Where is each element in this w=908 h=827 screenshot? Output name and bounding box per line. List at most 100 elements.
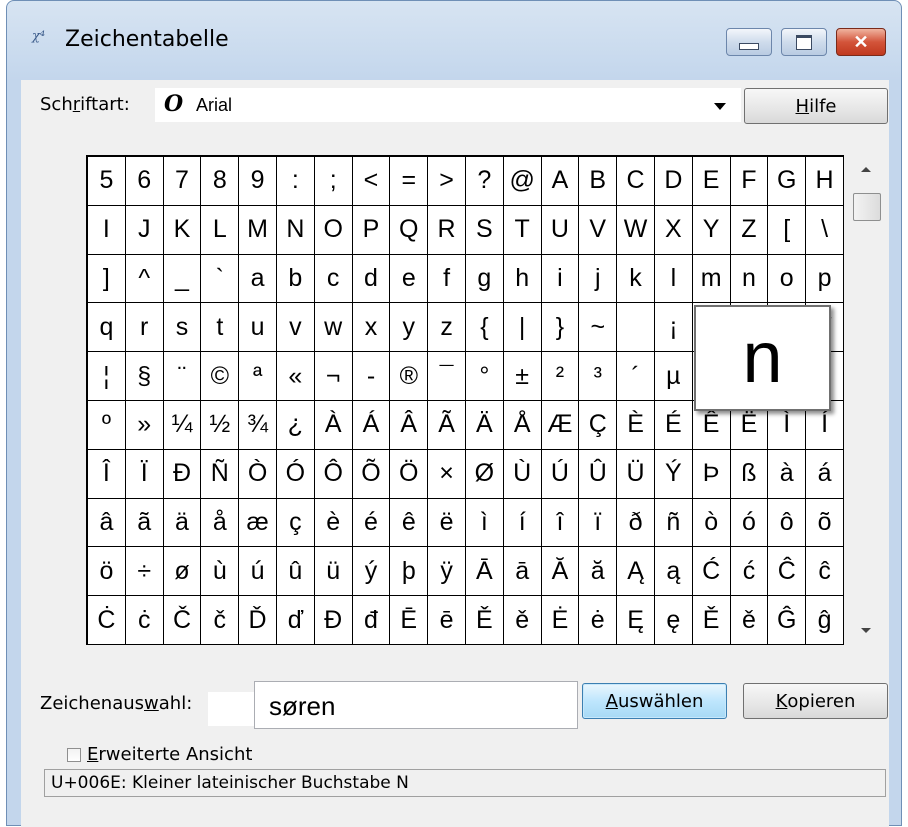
character-cell[interactable]: × [427,448,466,499]
character-cell[interactable]: j [578,253,618,304]
character-cell[interactable]: o [767,253,807,304]
character-cell[interactable]: w [313,302,353,353]
character-cell[interactable]: h [502,253,542,304]
character-cell[interactable]: ç [275,497,315,548]
character-cell[interactable]: ½ [200,399,240,450]
maximize-button[interactable] [781,28,827,56]
character-cell[interactable]: å [200,497,240,548]
character-cell[interactable]: ¦ [87,351,126,401]
character-cell[interactable]: ¼ [162,399,202,450]
character-cell[interactable]: ð [616,497,655,548]
character-cell[interactable]: Ĉ [767,546,807,597]
character-cell[interactable]: ã [124,497,164,548]
character-cell[interactable]: ĝ [805,595,844,645]
copy-button[interactable]: Kopieren [743,683,888,719]
character-cell[interactable]: Æ [540,399,580,450]
scroll-up-icon[interactable] [861,167,871,172]
scrollbar-thumb[interactable] [853,193,881,221]
character-cell[interactable]: ė [578,595,618,645]
character-cell[interactable]: S [464,204,504,255]
character-cell[interactable]: ; [313,156,353,206]
character-cell[interactable]: í [502,497,542,548]
character-cell[interactable]: æ [238,497,277,548]
character-cell[interactable]: T [502,204,542,255]
character-cell[interactable]: Ý [653,448,693,499]
character-cell[interactable]: à [767,448,807,499]
character-cell[interactable]: Ã [427,399,466,450]
character-cell[interactable]: Ú [540,448,580,499]
character-cell[interactable]: ú [238,546,277,597]
character-cell[interactable]: ă [578,546,618,597]
chevron-down-icon[interactable] [714,103,726,110]
character-cell[interactable]: ¾ [238,399,277,450]
character-cell[interactable]: A [540,156,580,206]
character-cell[interactable]: ^ [124,253,164,304]
character-cell[interactable]: û [275,546,315,597]
character-cell[interactable]: q [87,302,126,353]
character-cell[interactable]: ò [691,497,731,548]
character-cell[interactable]: r [124,302,164,353]
character-cell[interactable]: ] [87,253,126,304]
character-cell[interactable]: º [87,399,126,450]
character-cell[interactable]: Â [389,399,429,450]
character-cell[interactable]: µ [653,351,693,401]
character-cell[interactable]: © [200,351,240,401]
character-cell[interactable]: ô [767,497,807,548]
character-cell[interactable]: _ [162,253,202,304]
character-cell[interactable]: Ö [389,448,429,499]
character-cell[interactable]: n [729,253,769,304]
character-cell[interactable]: Ā [464,546,504,597]
character-cell[interactable]: ³ [578,351,618,401]
character-cell[interactable]: u [238,302,277,353]
character-cell[interactable]: ¬ [313,351,353,401]
character-cell[interactable]: ± [502,351,542,401]
advanced-view-checkbox[interactable] [67,748,81,762]
character-cell[interactable]: ß [729,448,769,499]
character-cell[interactable]: k [616,253,655,304]
character-cell[interactable]: K [162,204,202,255]
character-cell[interactable]: X [653,204,693,255]
character-cell[interactable]: : [275,156,315,206]
character-cell[interactable]: Ē [389,595,429,645]
character-cell[interactable]: J [124,204,164,255]
character-cell[interactable]: Ü [616,448,655,499]
character-cell[interactable]: è [313,497,353,548]
character-cell[interactable]: ÷ [124,546,164,597]
character-cell[interactable]: Ô [313,448,353,499]
character-cell[interactable]: I [87,204,126,255]
character-cell[interactable]: V [578,204,618,255]
character-cell[interactable]: ¿ [275,399,315,450]
character-cell[interactable]: d [351,253,391,304]
character-cell[interactable]: ¡ [653,302,693,353]
character-cell[interactable]: < [351,156,391,206]
character-cell[interactable]: = [389,156,429,206]
character-cell[interactable]: ö [87,546,126,597]
character-cell[interactable]: ë [427,497,466,548]
character-cell[interactable]: ê [389,497,429,548]
character-cell[interactable]: E [691,156,731,206]
character-cell[interactable]: « [275,351,315,401]
help-button[interactable]: Hilfe [744,88,888,124]
character-cell[interactable]: Ø [464,448,504,499]
character-cell[interactable]: f [427,253,466,304]
character-cell[interactable]: č [200,595,240,645]
character-cell[interactable]: F [729,156,769,206]
character-cell[interactable]: e [389,253,429,304]
character-cell[interactable]: M [238,204,277,255]
character-cell[interactable]: ě [729,595,769,645]
character-cell[interactable]: ę [653,595,693,645]
character-cell[interactable]: ě [502,595,542,645]
character-cell[interactable]: Ð [162,448,202,499]
character-cell[interactable]: ª [238,351,277,401]
character-cell[interactable]: ä [162,497,202,548]
character-cell[interactable]: ´ [616,351,655,401]
character-cell[interactable]: À [313,399,353,450]
character-cell[interactable]: Ę [616,595,655,645]
character-cell[interactable]: G [767,156,807,206]
character-cell[interactable]: C [616,156,655,206]
character-cell[interactable]: - [351,351,391,401]
character-cell[interactable]: g [464,253,504,304]
scroll-down-icon[interactable] [861,628,871,633]
character-cell[interactable]: ¯ [427,351,466,401]
character-cell[interactable]: m [691,253,731,304]
